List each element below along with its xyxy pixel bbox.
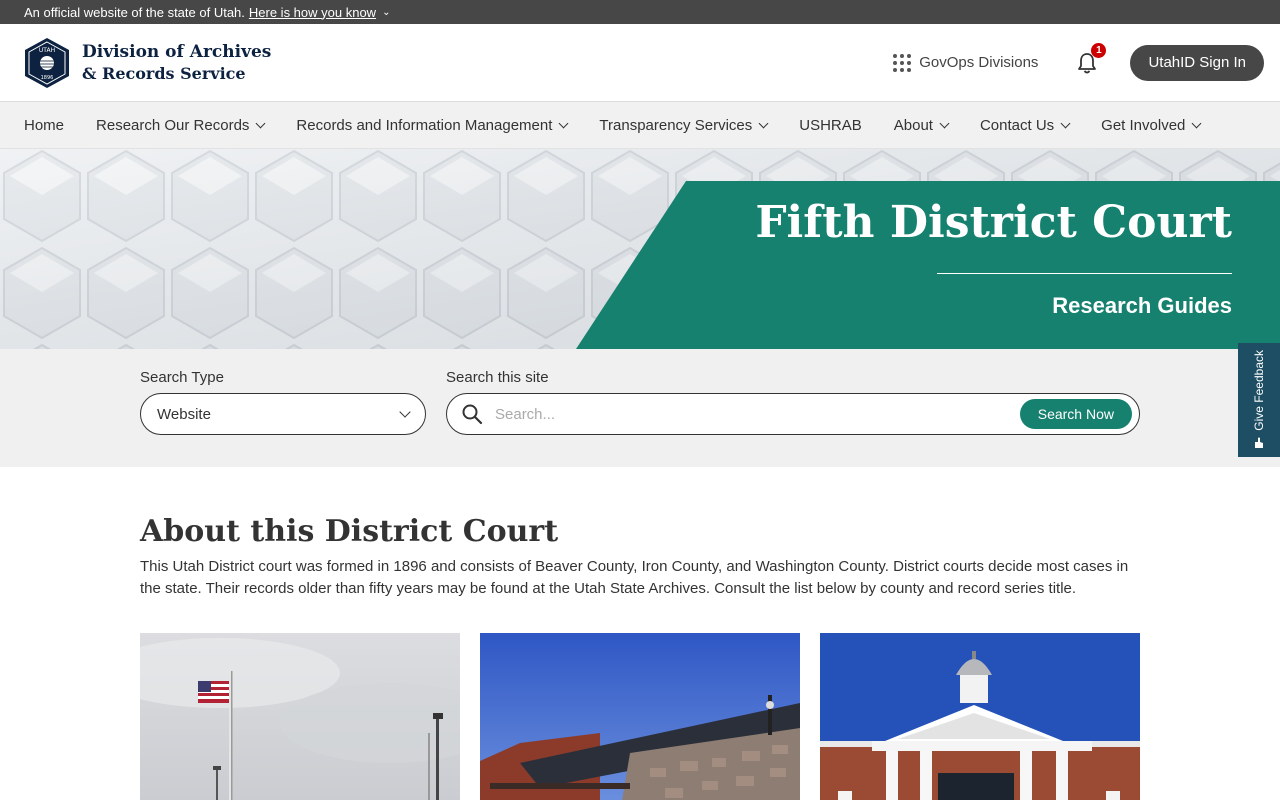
chevron-down-icon — [558, 118, 569, 129]
chevron-down-icon — [399, 406, 411, 418]
site-search-box: Search Now — [446, 393, 1140, 435]
pointer-hand-icon — [1255, 437, 1263, 449]
chevron-down-icon — [939, 118, 950, 129]
official-text: An official website of the state of Utah… — [24, 4, 245, 20]
chevron-down-icon[interactable]: ⌄ — [382, 7, 390, 18]
search-now-button[interactable]: Search Now — [1019, 399, 1132, 429]
nav-item-research-our-records[interactable]: Research Our Records — [96, 116, 266, 134]
nav-label: About — [893, 116, 933, 134]
page-title: Fifth District Court — [755, 197, 1232, 248]
hero-divider — [937, 273, 1232, 274]
nav-label: Research Our Records — [96, 116, 250, 134]
page-subtitle[interactable]: Research Guides — [1052, 293, 1232, 319]
courthouse-photo-3 — [820, 633, 1140, 800]
notification-count-badge: 1 — [1091, 42, 1107, 58]
give-feedback-tab[interactable]: Give Feedback — [1238, 343, 1280, 457]
nav-item-records-information-management[interactable]: Records and Information Management — [296, 116, 569, 134]
nav-item-contact-us[interactable]: Contact Us — [979, 116, 1071, 134]
seal-text-top: UTAH — [39, 47, 55, 54]
search-icon — [462, 404, 483, 425]
nav-item-about[interactable]: About — [893, 116, 950, 134]
search-input[interactable] — [495, 405, 1020, 423]
seal-text-bottom: 1896 — [41, 75, 54, 81]
grid-dots-icon — [893, 53, 912, 72]
site-header: UTAH 1896 Division of Archives & Records… — [0, 24, 1280, 102]
nav-label: Records and Information Management — [296, 116, 553, 134]
search-type-select[interactable]: Website — [140, 393, 426, 435]
hero-banner: Fifth District Court Research Guides — [0, 149, 1280, 349]
search-type-label: Search Type — [140, 369, 224, 386]
nav-item-get-involved[interactable]: Get Involved — [1101, 116, 1202, 134]
courthouse-photo-1 — [140, 633, 460, 800]
feedback-label: Give Feedback — [1252, 349, 1266, 431]
logo-line-1: Division of Archives — [82, 41, 272, 62]
nav-label: Contact Us — [979, 116, 1055, 134]
chevron-down-icon — [1191, 118, 1202, 129]
main-navigation: Home Research Our Records Records and In… — [0, 102, 1280, 149]
chevron-down-icon — [1060, 118, 1071, 129]
section-heading: About this District Court — [140, 514, 559, 549]
nav-label: USHRAB — [799, 116, 862, 134]
how-you-know-link[interactable]: Here is how you know — [249, 5, 376, 20]
search-site-label: Search this site — [446, 369, 549, 386]
logo-line-2: & Records Service — [82, 63, 246, 83]
utah-seal-logo-icon[interactable]: UTAH 1896 — [24, 37, 70, 89]
govops-label: GovOps Divisions — [919, 54, 1039, 71]
section-description: This Utah District court was formed in 1… — [140, 558, 1129, 597]
courthouse-photo-2 — [480, 633, 800, 800]
site-logo-text[interactable]: Division of Archives & Records Service — [82, 41, 271, 85]
search-section: Search Type Search this site Website Sea… — [0, 349, 1280, 467]
search-type-value: Website — [157, 405, 211, 423]
chevron-down-icon — [758, 118, 769, 129]
notifications-button[interactable]: 1 — [1076, 42, 1107, 75]
nav-item-ushrab[interactable]: USHRAB — [799, 117, 862, 134]
official-website-bar: An official website of the state of Utah… — [0, 0, 1280, 24]
nav-label: Get Involved — [1101, 116, 1186, 134]
nav-label: Home — [24, 116, 65, 134]
utahid-sign-in-button[interactable]: UtahID Sign In — [1130, 44, 1264, 81]
govops-divisions-button[interactable]: GovOps Divisions — [893, 53, 1039, 72]
nav-label: Transparency Services — [599, 116, 753, 134]
nav-item-home[interactable]: Home — [24, 117, 64, 134]
nav-item-transparency-services[interactable]: Transparency Services — [599, 116, 769, 134]
chevron-down-icon — [255, 118, 266, 129]
